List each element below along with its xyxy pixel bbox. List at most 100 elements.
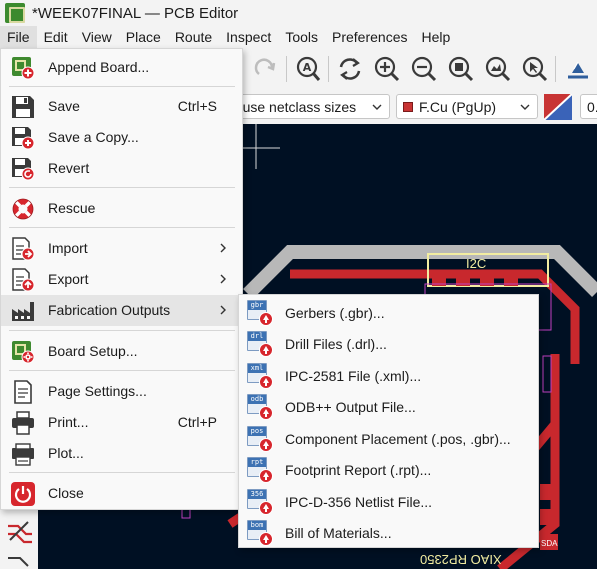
chevron-right-icon bbox=[220, 305, 226, 315]
submenu-item-odb[interactable]: odb ODB++ Output File... bbox=[239, 391, 538, 422]
import-icon bbox=[11, 237, 35, 261]
submenu-item-component-placement[interactable]: pos Component Placement (.pos, .gbr)... bbox=[239, 423, 538, 454]
menu-item-save[interactable]: Save Ctrl+S bbox=[1, 91, 242, 122]
menu-separator bbox=[9, 187, 235, 188]
menu-item-label: Append Board... bbox=[48, 59, 150, 75]
fabrication-icon bbox=[11, 299, 35, 323]
close-icon bbox=[11, 482, 35, 506]
layer-select[interactable]: F.Cu (PgUp) bbox=[396, 94, 538, 119]
menu-file[interactable]: File bbox=[0, 26, 37, 48]
menu-item-shortcut: Ctrl+S bbox=[177, 98, 217, 114]
find-icon[interactable]: A bbox=[292, 53, 324, 85]
save-copy-icon bbox=[11, 126, 35, 150]
rpt-file-icon: rpt bbox=[247, 457, 273, 483]
fabrication-outputs-submenu: gbr Gerbers (.gbr)... drl Drill Files (.… bbox=[238, 294, 539, 548]
submenu-item-drill-files[interactable]: drl Drill Files (.drl)... bbox=[239, 328, 538, 359]
menu-bar: File Edit View Place Route Inspect Tools… bbox=[0, 26, 597, 48]
menu-separator bbox=[9, 370, 235, 371]
menu-item-print[interactable]: Print... Ctrl+P bbox=[1, 407, 242, 438]
route-diff-pair-icon[interactable] bbox=[6, 552, 34, 569]
revert-icon bbox=[11, 157, 35, 181]
menu-item-revert[interactable]: Revert bbox=[1, 153, 242, 184]
submenu-item-label: Component Placement (.pos, .gbr)... bbox=[285, 431, 511, 447]
zoom-out-icon[interactable] bbox=[408, 53, 440, 85]
window-title: *WEEK07FINAL — PCB Editor bbox=[32, 4, 239, 22]
grid-select[interactable]: 0. bbox=[580, 94, 597, 119]
menu-separator bbox=[9, 86, 235, 87]
file-menu: Append Board... Save Ctrl+S Save a Copy.… bbox=[0, 48, 243, 510]
menu-item-page-settings[interactable]: Page Settings... bbox=[1, 376, 242, 407]
route-tracks-icon[interactable] bbox=[6, 520, 34, 549]
svg-text:A: A bbox=[303, 61, 312, 74]
submenu-item-label: ODB++ Output File... bbox=[285, 399, 416, 415]
menu-item-board-setup[interactable]: Board Setup... bbox=[1, 336, 242, 367]
refresh-icon[interactable] bbox=[334, 53, 366, 85]
zoom-fit-icon[interactable] bbox=[445, 53, 477, 85]
submenu-item-label: IPC-2581 File (.xml)... bbox=[285, 368, 422, 384]
zoom-in-icon[interactable] bbox=[371, 53, 403, 85]
submenu-item-label: IPC-D-356 Netlist File... bbox=[285, 494, 433, 510]
odb-file-icon: odb bbox=[247, 394, 273, 420]
left-toolbar bbox=[0, 508, 38, 569]
submenu-item-label: Drill Files (.drl)... bbox=[285, 336, 387, 352]
zoom-objects-icon[interactable] bbox=[482, 53, 514, 85]
menu-route[interactable]: Route bbox=[168, 26, 219, 48]
chevron-down-icon bbox=[372, 104, 382, 110]
menu-item-append-board[interactable]: Append Board... bbox=[1, 52, 242, 83]
submenu-item-label: Gerbers (.gbr)... bbox=[285, 305, 385, 321]
layer-value: F.Cu (PgUp) bbox=[419, 98, 497, 115]
menu-place[interactable]: Place bbox=[119, 26, 168, 48]
menu-separator bbox=[9, 472, 235, 473]
title-bar: *WEEK07FINAL — PCB Editor bbox=[0, 0, 597, 26]
save-icon bbox=[11, 95, 35, 119]
pos-file-icon: pos bbox=[247, 426, 273, 452]
submenu-item-footprint-report[interactable]: rpt Footprint Report (.rpt)... bbox=[239, 454, 538, 485]
grid-value: 0. bbox=[587, 98, 597, 115]
chevron-right-icon bbox=[220, 243, 226, 253]
rescue-icon bbox=[11, 197, 35, 221]
track-width-value: a: use netclass sizes bbox=[227, 98, 357, 115]
track-width-select[interactable]: a: use netclass sizes bbox=[220, 94, 390, 119]
menu-item-label: Close bbox=[48, 485, 84, 501]
menu-view[interactable]: View bbox=[75, 26, 119, 48]
menu-item-label: Rescue bbox=[48, 200, 96, 216]
menu-item-import[interactable]: Import bbox=[1, 233, 242, 264]
menu-preferences[interactable]: Preferences bbox=[325, 26, 414, 48]
append-board-icon bbox=[11, 56, 35, 80]
bom-file-icon: bom bbox=[247, 520, 273, 546]
menu-item-label: Save bbox=[48, 98, 80, 114]
menu-item-export[interactable]: Export bbox=[1, 264, 242, 295]
menu-item-label: Revert bbox=[48, 160, 90, 176]
menu-item-save-copy[interactable]: Save a Copy... bbox=[1, 122, 242, 153]
submenu-item-ipc-d-356[interactable]: 356 IPC-D-356 Netlist File... bbox=[239, 486, 538, 517]
submenu-item-ipc-2581[interactable]: xml IPC-2581 File (.xml)... bbox=[239, 360, 538, 391]
submenu-item-bill-of-materials[interactable]: bom Bill of Materials... bbox=[239, 517, 538, 548]
menu-item-fabrication-outputs[interactable]: Fabrication Outputs bbox=[1, 295, 242, 326]
menu-item-label: Page Settings... bbox=[48, 383, 147, 399]
menu-item-label: Plot... bbox=[48, 445, 84, 461]
zoom-selection-icon[interactable] bbox=[519, 53, 551, 85]
xml-file-icon: xml bbox=[247, 363, 273, 389]
chevron-right-icon bbox=[220, 274, 226, 284]
print-icon bbox=[11, 411, 35, 435]
menu-inspect[interactable]: Inspect bbox=[219, 26, 278, 48]
menu-tools[interactable]: Tools bbox=[278, 26, 325, 48]
redo-icon[interactable] bbox=[250, 53, 282, 85]
menu-item-plot[interactable]: Plot... bbox=[1, 438, 242, 469]
menu-item-rescue[interactable]: Rescue bbox=[1, 193, 242, 224]
flip-board-icon[interactable] bbox=[562, 53, 594, 85]
chevron-down-icon bbox=[520, 104, 530, 110]
menu-edit[interactable]: Edit bbox=[37, 26, 75, 48]
gerber-file-icon: gbr bbox=[247, 300, 273, 326]
menu-item-shortcut: Ctrl+P bbox=[177, 414, 217, 430]
drill-file-icon: drl bbox=[247, 331, 273, 357]
menu-separator bbox=[9, 330, 235, 331]
menu-item-close[interactable]: Close bbox=[1, 478, 242, 509]
submenu-item-gerbers[interactable]: gbr Gerbers (.gbr)... bbox=[239, 297, 538, 328]
pad-net-label: SDA bbox=[541, 539, 558, 548]
menu-item-label: Print... bbox=[48, 414, 89, 430]
menu-item-label: Fabrication Outputs bbox=[48, 302, 171, 318]
layer-pair-icon[interactable] bbox=[543, 93, 573, 121]
i2c-reference-label: I2C bbox=[466, 256, 487, 271]
menu-help[interactable]: Help bbox=[414, 26, 457, 48]
